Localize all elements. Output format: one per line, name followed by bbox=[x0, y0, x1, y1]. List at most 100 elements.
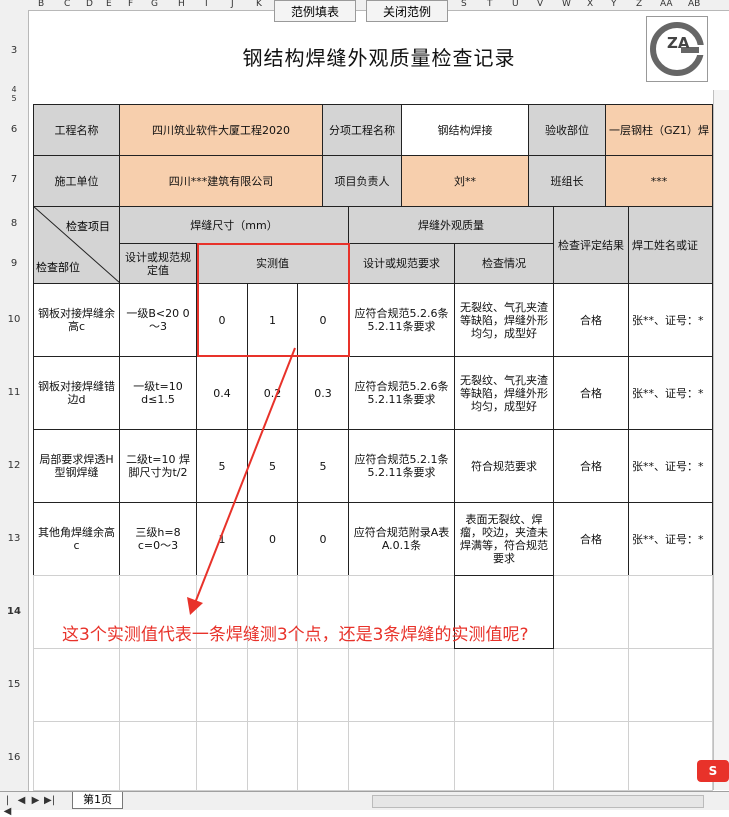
appearance-header: 焊缝外观质量 bbox=[348, 206, 554, 244]
column-label[interactable]: K bbox=[256, 0, 262, 9]
close-example-button[interactable]: 关闭范例 bbox=[366, 0, 448, 22]
acceptance-part-value[interactable]: 一层钢柱（GZ1）焊 bbox=[605, 104, 713, 156]
column-label[interactable]: AA bbox=[660, 0, 673, 9]
check-item-label: 检查项目 bbox=[66, 220, 110, 233]
column-label[interactable]: I bbox=[205, 0, 208, 9]
welder-cell[interactable]: 张**、证号：* bbox=[628, 283, 713, 357]
row-label[interactable]: 8 bbox=[0, 218, 28, 229]
page-title: 钢结构焊缝外观质量检查记录 bbox=[242, 46, 516, 70]
result-cell[interactable]: 合格 bbox=[553, 283, 629, 357]
first-sheet-icon[interactable]: |◀ bbox=[2, 795, 13, 817]
inspection-cell[interactable]: 符合规范要求 bbox=[454, 429, 554, 503]
design-requirement-header: 设计或规范要求 bbox=[348, 243, 455, 284]
last-sheet-icon[interactable]: ▶| bbox=[44, 795, 55, 806]
inspection-cell[interactable]: 无裂纹、气孔夹渣等缺陷，焊缝外形均匀，成型好 bbox=[454, 283, 554, 357]
part-cell[interactable]: 其他角焊缝余高c bbox=[33, 502, 120, 576]
row-label[interactable]: 3 bbox=[0, 45, 28, 56]
row-divider bbox=[33, 648, 713, 649]
welder-cell[interactable]: 张**、证号：* bbox=[628, 429, 713, 503]
requirement-cell[interactable]: 应符合规范附录A表A.0.1条 bbox=[348, 502, 455, 576]
sub-project-value[interactable]: 钢结构焊接 bbox=[401, 104, 529, 156]
acceptance-part-label: 验收部位 bbox=[528, 104, 606, 156]
next-sheet-icon[interactable]: ▶ bbox=[30, 795, 41, 806]
row-label[interactable]: 7 bbox=[0, 174, 28, 185]
column-label[interactable]: X bbox=[587, 0, 593, 9]
fill-example-button[interactable]: 范例填表 bbox=[274, 0, 356, 22]
logo-text: ZA bbox=[667, 34, 690, 52]
column-label[interactable]: W bbox=[562, 0, 571, 9]
sheet-tab-page1[interactable]: 第1页 bbox=[72, 792, 123, 809]
construction-unit-value[interactable]: 四川***建筑有限公司 bbox=[119, 155, 323, 207]
welder-cell[interactable]: 张**、证号：* bbox=[628, 502, 713, 576]
floating-badge[interactable]: S bbox=[697, 760, 729, 782]
column-label[interactable]: E bbox=[106, 0, 112, 9]
empty-cell[interactable] bbox=[348, 575, 455, 791]
empty-cell[interactable] bbox=[628, 575, 713, 791]
annotation-arrow bbox=[187, 347, 296, 615]
result-cell[interactable]: 合格 bbox=[553, 502, 629, 576]
highlight-box bbox=[197, 243, 350, 357]
empty-cell[interactable] bbox=[553, 575, 629, 791]
welder-header: 焊工姓名或证 bbox=[628, 206, 713, 284]
team-leader-label: 班组长 bbox=[528, 155, 606, 207]
row-header-bar: 3 4 5 6 7 8 9 10 11 12 13 14 15 16 bbox=[0, 10, 29, 791]
vertical-scrollbar[interactable] bbox=[713, 90, 729, 790]
row-label[interactable]: 5 bbox=[0, 94, 28, 103]
column-label[interactable]: T bbox=[487, 0, 493, 9]
annotation-text: 这3个实测值代表一条焊缝测3个点，还是3条焊缝的实测值呢? bbox=[62, 625, 529, 645]
row-label[interactable]: 15 bbox=[0, 679, 28, 690]
row-label[interactable]: 16 bbox=[0, 752, 28, 763]
evaluation-header: 检查评定结果 bbox=[553, 206, 629, 284]
construction-unit-label: 施工单位 bbox=[33, 155, 120, 207]
part-cell[interactable]: 钢板对接焊缝余高c bbox=[33, 283, 120, 357]
column-label[interactable]: G bbox=[151, 0, 158, 9]
check-part-label: 检查部位 bbox=[36, 261, 80, 274]
row-label[interactable]: 11 bbox=[0, 387, 28, 398]
sub-project-label: 分项工程名称 bbox=[322, 104, 402, 156]
column-label[interactable]: D bbox=[86, 0, 93, 9]
column-label[interactable]: U bbox=[512, 0, 519, 9]
weld-size-header: 焊缝尺寸（mm） bbox=[119, 206, 349, 244]
part-cell[interactable]: 钢板对接焊缝错边d bbox=[33, 356, 120, 430]
row-divider bbox=[33, 721, 713, 722]
row-label[interactable]: 12 bbox=[0, 460, 28, 471]
row-label[interactable]: 14 bbox=[0, 606, 28, 617]
column-label[interactable]: F bbox=[128, 0, 133, 9]
welder-cell[interactable]: 张**、证号：* bbox=[628, 356, 713, 430]
row-label[interactable]: 4 bbox=[0, 85, 28, 94]
row-label[interactable]: 6 bbox=[0, 124, 28, 135]
horizontal-scrollbar[interactable] bbox=[372, 795, 704, 808]
inspection-header: 检查情况 bbox=[454, 243, 554, 284]
result-cell[interactable]: 合格 bbox=[553, 429, 629, 503]
column-label[interactable]: Y bbox=[611, 0, 617, 9]
requirement-cell[interactable]: 应符合规范5.2.1条5.2.11条要求 bbox=[348, 429, 455, 503]
column-label[interactable]: C bbox=[64, 0, 70, 9]
part-cell[interactable]: 局部要求焊透H型钢焊缝 bbox=[33, 429, 120, 503]
requirement-cell[interactable]: 应符合规范5.2.6条5.2.11条要求 bbox=[348, 356, 455, 430]
design-value-header: 设计或规范规定值 bbox=[119, 243, 197, 284]
empty-cell[interactable] bbox=[33, 575, 120, 791]
row-label[interactable]: 13 bbox=[0, 533, 28, 544]
row-label[interactable]: 9 bbox=[0, 258, 28, 269]
requirement-cell[interactable]: 应符合规范5.2.6条5.2.11条要求 bbox=[348, 283, 455, 357]
project-name-value[interactable]: 四川筑业软件大厦工程2020 bbox=[119, 104, 323, 156]
inspection-cell[interactable]: 表面无裂纹、焊瘤，咬边，夹渣未焊满等，符合规范要求 bbox=[454, 502, 554, 576]
inspection-cell[interactable]: 无裂纹、气孔夹渣等缺陷，焊缝外形均匀，成型好 bbox=[454, 356, 554, 430]
row-label[interactable]: 10 bbox=[0, 314, 28, 325]
column-label[interactable]: V bbox=[537, 0, 543, 9]
project-leader-label: 项目负责人 bbox=[322, 155, 402, 207]
project-name-label: 工程名称 bbox=[33, 104, 120, 156]
column-header-bar: B C D E F G H I J K S T U V W X Y Z AA A… bbox=[0, 0, 729, 11]
project-leader-value[interactable]: 刘** bbox=[401, 155, 529, 207]
column-label[interactable]: Z bbox=[636, 0, 642, 9]
sheet-tab-bar: |◀ ◀ ▶ ▶| 第1页 bbox=[0, 791, 729, 817]
column-label[interactable]: J bbox=[231, 0, 234, 9]
column-label[interactable]: B bbox=[38, 0, 44, 9]
column-label[interactable]: AB bbox=[688, 0, 700, 9]
team-leader-value[interactable]: *** bbox=[605, 155, 713, 207]
result-cell[interactable]: 合格 bbox=[553, 356, 629, 430]
column-label[interactable]: H bbox=[178, 0, 185, 9]
column-label[interactable]: S bbox=[461, 0, 467, 9]
prev-sheet-icon[interactable]: ◀ bbox=[16, 795, 27, 806]
company-logo: ZA bbox=[646, 16, 708, 82]
